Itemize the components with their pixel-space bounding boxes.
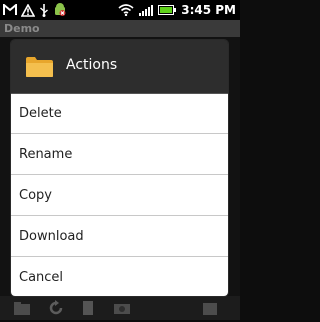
dialog-menu: Delete Rename Copy Download Cancel xyxy=(11,94,228,296)
status-time: 3:45 PM xyxy=(181,3,236,17)
cancel-menu-item[interactable]: Cancel xyxy=(11,258,228,296)
bottom-toolbar xyxy=(0,296,240,320)
menu-toolbar-icon xyxy=(200,298,220,318)
signal-icon xyxy=(139,4,154,16)
folder-icon xyxy=(25,56,54,78)
status-bar: 3:45 PM xyxy=(0,0,240,20)
refresh-icon xyxy=(46,298,66,318)
rename-menu-item[interactable]: Rename xyxy=(11,135,228,175)
battery-icon xyxy=(158,5,177,15)
download-menu-item[interactable]: Download xyxy=(11,217,228,257)
usb-icon xyxy=(39,3,49,17)
wifi-icon xyxy=(118,4,134,16)
status-bar-notifications xyxy=(3,2,67,18)
actions-dialog: Actions Delete Rename Copy Download Canc… xyxy=(11,40,228,296)
app-title-bar: Demo xyxy=(0,20,240,37)
warning-icon xyxy=(21,3,35,17)
folder-toolbar-icon xyxy=(12,298,32,318)
android-debug-icon xyxy=(53,3,67,17)
gmail-icon xyxy=(3,4,17,16)
app-title: Demo xyxy=(4,22,40,35)
status-bar-system: 3:45 PM xyxy=(118,2,236,18)
dialog-title: Actions xyxy=(66,57,118,73)
delete-menu-item[interactable]: Delete xyxy=(11,94,228,134)
document-icon xyxy=(78,298,98,318)
camera-icon xyxy=(112,298,132,318)
copy-menu-item[interactable]: Copy xyxy=(11,176,228,216)
dialog-header: Actions xyxy=(11,40,228,94)
